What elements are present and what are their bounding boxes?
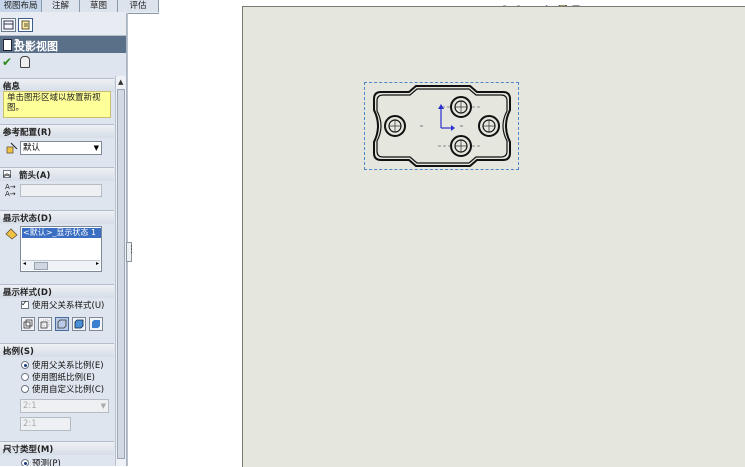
horizontal-scrollbar[interactable]: ◂ ▸ bbox=[22, 260, 100, 270]
hole-top bbox=[450, 96, 472, 118]
tab-sketch[interactable]: 草图 bbox=[80, 0, 118, 12]
manager-tab-bar bbox=[0, 13, 126, 36]
tab-view-layout[interactable]: 视图布局 bbox=[0, 0, 42, 12]
origin-axes-icon bbox=[438, 104, 455, 131]
custom-scale-select[interactable]: 2:1 ▼ bbox=[20, 399, 109, 413]
arrow-label-icon: A→ A→ bbox=[5, 183, 16, 198]
scale-radio-custom[interactable] bbox=[21, 385, 29, 393]
command-manager-tabs: 视图布局 注解 草图 评估 bbox=[0, 0, 159, 14]
collapse-icon[interactable]: ︽ bbox=[3, 442, 110, 453]
collapse-icon[interactable]: ︽ bbox=[3, 168, 110, 179]
vertical-scrollbar[interactable]: ▲ bbox=[115, 76, 126, 466]
chevron-left-icon[interactable]: ◂ bbox=[23, 260, 26, 267]
dimension-option-label: 预测(P) bbox=[32, 459, 61, 466]
scale-radio-parent[interactable] bbox=[21, 361, 29, 369]
hole-bottom bbox=[450, 135, 472, 157]
tab-annotation[interactable]: 注解 bbox=[42, 0, 80, 12]
chevron-down-icon: ▼ bbox=[100, 402, 106, 410]
wireframe-button[interactable] bbox=[21, 317, 35, 331]
collapse-icon[interactable]: ︽ bbox=[3, 344, 110, 355]
collapse-icon[interactable]: ︽ bbox=[3, 211, 110, 222]
section-header-scale[interactable]: 比例(S) ︽ bbox=[0, 343, 114, 357]
list-item[interactable]: <默认>_显示状态 1 bbox=[22, 228, 101, 238]
scale-option-label: 使用父关系比例(E) bbox=[32, 361, 104, 371]
feature-manager-icon[interactable] bbox=[1, 18, 16, 32]
custom-scale-input[interactable]: 2:1 bbox=[20, 417, 71, 431]
info-message: 单击图形区域以放置新视图。 bbox=[3, 91, 111, 118]
splitter-grip-icon[interactable] bbox=[126, 242, 136, 262]
document-icon bbox=[3, 39, 12, 51]
collapse-icon[interactable]: ︽ bbox=[3, 285, 110, 296]
panel-splitter[interactable] bbox=[127, 13, 128, 466]
scrollbar-thumb[interactable] bbox=[117, 89, 125, 459]
config-icon bbox=[6, 142, 18, 157]
reference-config-select[interactable]: 默认 ▼ bbox=[20, 141, 102, 155]
collapse-icon[interactable]: ︽ bbox=[3, 125, 110, 136]
collapse-icon[interactable]: ︽ bbox=[3, 79, 110, 90]
section-header-info[interactable]: 信息 ︽ bbox=[0, 78, 114, 92]
scrollbar-thumb[interactable] bbox=[34, 262, 48, 270]
use-parent-style-label: 使用父关系样式(U) bbox=[32, 301, 105, 311]
scale-option-label: 使用图纸比例(E) bbox=[32, 373, 96, 383]
dimension-radio-projected[interactable] bbox=[21, 459, 29, 466]
section-header-display-state[interactable]: 显示状态(D) ︽ bbox=[0, 210, 114, 224]
chevron-down-icon: ▼ bbox=[93, 144, 99, 152]
chevron-up-icon[interactable]: ▲ bbox=[118, 78, 123, 86]
ok-icon[interactable]: ✔ bbox=[2, 55, 12, 69]
section-header-reference-config[interactable]: 参考配置(R) ︽ bbox=[0, 124, 114, 138]
help-button[interactable]: ? bbox=[14, 38, 122, 49]
shaded-with-edges-button[interactable] bbox=[72, 317, 86, 331]
tab-evaluate[interactable]: 评估 bbox=[118, 0, 159, 12]
hole-left bbox=[384, 115, 406, 137]
pushpin-icon[interactable] bbox=[20, 56, 30, 68]
property-manager-icon[interactable] bbox=[18, 18, 33, 32]
scale-radio-sheet[interactable] bbox=[21, 373, 29, 381]
scale-option-label: 使用自定义比例(C) bbox=[32, 385, 105, 395]
section-header-arrow[interactable]: 箭头(A) ︽ bbox=[0, 167, 114, 181]
hidden-lines-removed-button[interactable] bbox=[55, 317, 69, 331]
drawing-view[interactable] bbox=[364, 82, 519, 170]
drawing-canvas[interactable] bbox=[242, 6, 745, 467]
display-state-icon bbox=[5, 228, 18, 243]
section-header-display-style[interactable]: 显示样式(D) ︽ bbox=[0, 284, 114, 298]
use-parent-style-checkbox[interactable] bbox=[21, 299, 29, 309]
display-state-list[interactable]: <默认>_显示状态 1 ◂ ▸ bbox=[20, 226, 102, 272]
hole-right bbox=[478, 115, 500, 137]
shaded-button[interactable] bbox=[89, 317, 103, 331]
property-manager-panel: 投影视图 ? ✔ 信息 ︽ 单击图形区域以放置新视图。 参考配置(R) ︽ 默认 ▼ … bbox=[0, 13, 127, 466]
arrow-label-input[interactable] bbox=[20, 184, 102, 197]
property-manager-title-bar: 投影视图 ? bbox=[0, 36, 126, 53]
hidden-lines-visible-button[interactable] bbox=[38, 317, 52, 331]
chevron-right-icon[interactable]: ▸ bbox=[96, 260, 99, 267]
section-header-dimension-type[interactable]: 尺寸类型(M) ︽ bbox=[0, 441, 114, 455]
